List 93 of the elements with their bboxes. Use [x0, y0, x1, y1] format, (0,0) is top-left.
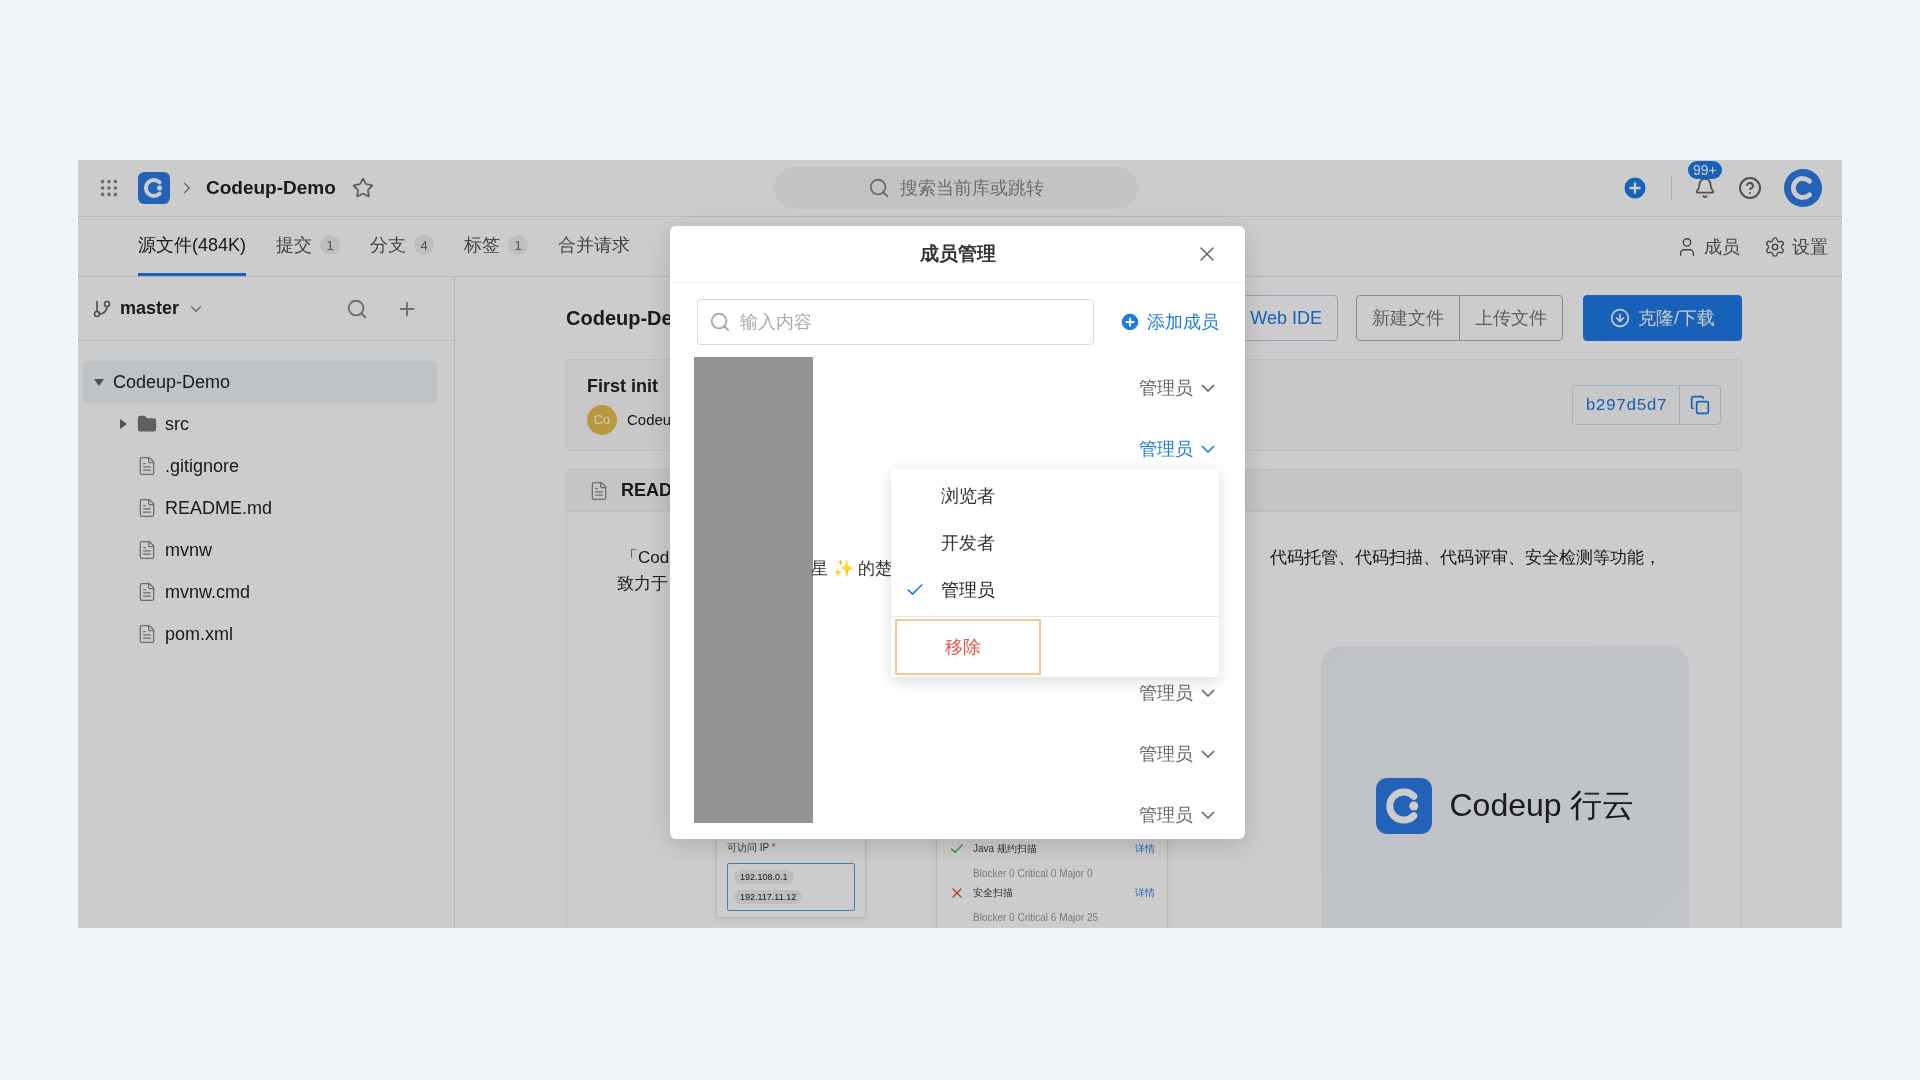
readme-text: 致力于 — [617, 573, 668, 595]
tab[interactable]: 提交 1 — [276, 217, 341, 276]
file-icon — [137, 498, 157, 518]
caret-right-icon[interactable] — [117, 418, 129, 430]
readme-title: READ — [621, 480, 672, 501]
file-icon — [137, 540, 157, 560]
scan-name: Java 规约扫描 — [973, 842, 1037, 856]
star-icon[interactable] — [351, 177, 374, 199]
file-tree-item[interactable]: mvnw.cmd — [83, 571, 437, 613]
toolbar-button[interactable]: 上传文件 — [1459, 295, 1563, 341]
download-icon — [1610, 308, 1630, 328]
file-icon — [137, 582, 157, 602]
role-option[interactable]: 开发者 — [891, 519, 1219, 566]
add-icon — [1119, 311, 1141, 333]
settings-icon — [1764, 235, 1786, 258]
file-name: src — [165, 413, 189, 435]
codeup-logo — [1375, 778, 1432, 834]
search-icon — [868, 177, 890, 199]
member-search-field[interactable]: 输入内容 — [697, 299, 1094, 345]
add-member-button[interactable]: 添加成员 — [1119, 310, 1219, 334]
details-link[interactable]: 详情 — [1135, 886, 1155, 900]
dialog-title: 成员管理 — [919, 242, 996, 266]
chevron-down-icon — [1201, 383, 1215, 392]
folder-icon — [137, 414, 157, 434]
ip-chip: 192.108.0.1 — [734, 870, 794, 884]
repo-title: Codeup-De — [566, 306, 673, 330]
scan-stats: Blocker 0 Critical 0 Major 0 — [973, 868, 1093, 879]
notification-badge: 99+ — [1688, 161, 1722, 179]
file-tree-item[interactable]: README.md — [83, 487, 437, 529]
settings-link[interactable]: 设置 — [1764, 234, 1828, 259]
details-link[interactable]: 详情 — [1135, 842, 1155, 856]
commit-message: First init — [587, 375, 659, 397]
help-icon[interactable] — [1738, 176, 1762, 200]
readme-text: 代码托管、代码扫描、代码评审、安全检测等功能， — [1270, 547, 1661, 569]
repo-name[interactable]: Codeup-Demo — [206, 177, 336, 199]
file-name: mvnw.cmd — [165, 581, 251, 603]
scan-name: 安全扫描 — [973, 886, 1013, 900]
file-icon — [589, 480, 609, 501]
chevron-down-icon — [1201, 688, 1215, 697]
clone-download-button[interactable]: 克隆/下载 — [1583, 295, 1742, 341]
readme-text: 「Cod — [621, 547, 670, 569]
role-option[interactable]: 管理员 — [891, 566, 1219, 613]
file-tree-item[interactable]: mvnw — [83, 529, 437, 571]
logo-text: Codeup 行云 — [1449, 786, 1635, 825]
file-name: .gitignore — [165, 455, 240, 477]
copy-icon[interactable] — [1690, 395, 1710, 415]
role-select[interactable]: 管理员 — [1139, 375, 1215, 400]
author-avatar: Co — [587, 404, 617, 435]
tab-count: 1 — [320, 235, 341, 255]
toolbar-button[interactable]: 新建文件 — [1356, 295, 1460, 341]
avatar[interactable] — [1784, 169, 1822, 207]
scan-stats: Blocker 0 Critical 6 Major 25 — [973, 912, 1099, 923]
branch-icon — [92, 298, 112, 319]
tab[interactable]: 源文件(484K) — [138, 217, 247, 276]
file-icon — [137, 456, 157, 476]
remove-option[interactable]: 移除 — [895, 619, 1041, 675]
chevron-down-icon — [1201, 444, 1215, 453]
role-select[interactable]: 管理员 — [1139, 680, 1215, 705]
tab[interactable]: 分支 4 — [370, 217, 435, 276]
search-icon — [709, 311, 731, 333]
branch-selector[interactable]: master — [120, 298, 180, 319]
file-icon — [137, 624, 157, 644]
readme-text-fragment: 星 ✨ 的楚 — [811, 558, 893, 580]
search-placeholder: 搜索当前库或跳转 — [900, 177, 1044, 200]
apps-grid-icon[interactable] — [98, 177, 120, 199]
tab-count: 1 — [508, 235, 529, 255]
file-name: pom.xml — [165, 623, 233, 645]
add-icon[interactable] — [1621, 174, 1649, 202]
codeup-logo — [138, 172, 170, 204]
file-name: README.md — [165, 497, 272, 519]
file-name: mvnw — [165, 539, 212, 561]
ip-label: 可访问 IP — [727, 842, 771, 853]
file-tree-item[interactable]: .gitignore — [83, 445, 437, 487]
role-select[interactable]: 管理员 — [1139, 802, 1215, 827]
ip-chip: 192.117.11.12 — [734, 890, 803, 904]
tab[interactable]: 合并请求 — [558, 217, 631, 276]
file-name: Codeup-Demo — [113, 371, 231, 393]
file-tree-item[interactable]: Codeup-Demo — [83, 361, 437, 403]
caret-down-icon[interactable] — [93, 376, 105, 388]
search-icon[interactable] — [346, 297, 368, 320]
bell-icon[interactable] — [1694, 177, 1716, 199]
required-mark: * — [771, 842, 776, 853]
file-tree-item[interactable]: src — [83, 403, 437, 445]
role-option[interactable]: 浏览者 — [891, 472, 1219, 519]
tab[interactable]: 标签 1 — [464, 217, 529, 276]
members-link[interactable]: 成员 — [1676, 234, 1740, 259]
commit-author: Codeu — [627, 411, 672, 428]
chevron-down-icon — [1201, 810, 1215, 819]
tab-count: 4 — [414, 235, 435, 255]
file-tree-item[interactable]: pom.xml — [83, 613, 437, 655]
role-select[interactable]: 管理员 — [1139, 741, 1215, 766]
role-select[interactable]: 管理员 — [1139, 436, 1215, 461]
chevron-down-icon — [1201, 749, 1215, 758]
